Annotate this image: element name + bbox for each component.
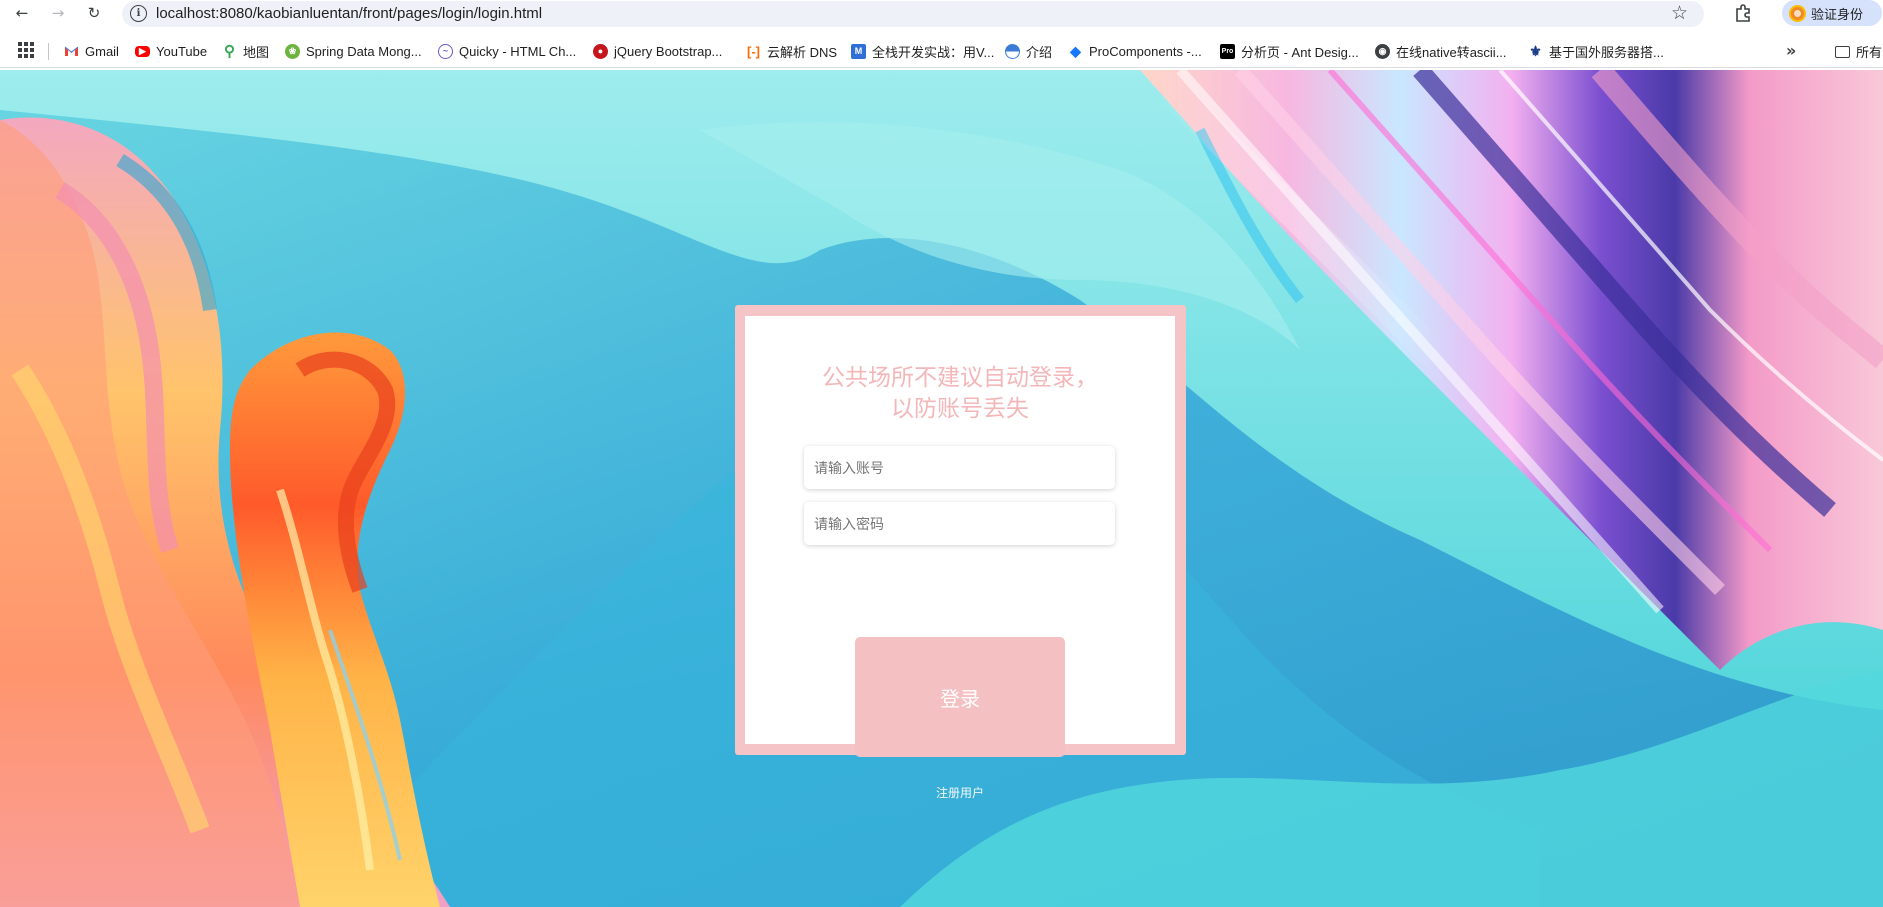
apps-grid-icon[interactable] [18, 42, 34, 58]
bookmark-star-icon[interactable]: ☆ [1671, 2, 1688, 24]
hat-icon: ⚜ [1529, 42, 1542, 59]
address-url[interactable]: localhost:8080/kaobianluentan/front/page… [156, 5, 542, 22]
m-square-icon: M [851, 43, 866, 59]
forward-arrow-icon[interactable]: → [47, 2, 69, 24]
maps-pin-icon: ⚲ [224, 43, 235, 60]
messenger-icon: ~ [438, 43, 453, 59]
bookmark-maps[interactable]: ⚲ 地图 [222, 42, 269, 60]
all-bookmarks-folder[interactable]: 所有 [1835, 42, 1882, 61]
diamond-icon: ◆ [1070, 42, 1081, 59]
account-input[interactable] [804, 446, 1115, 489]
bookmark-ant-design[interactable]: Pro 分析页 - Ant Desig... [1220, 42, 1359, 60]
bookmark-youtube[interactable]: ▶ YouTube [135, 42, 207, 60]
red-circle-icon: ● [593, 43, 608, 59]
bookmark-aliyun-dns[interactable]: [-] 云解析 DNS [746, 42, 837, 60]
bookmark-jquery-bootstrap[interactable]: ● jQuery Bootstrap... [593, 42, 722, 60]
back-arrow-icon[interactable]: ← [11, 2, 33, 24]
profile-button[interactable]: 验证身份 [1782, 0, 1882, 26]
account-field[interactable] [804, 446, 1115, 489]
profile-label: 验证身份 [1811, 6, 1864, 22]
password-field[interactable] [804, 502, 1115, 545]
bookmarks-bar: Gmail ▶ YouTube ⚲ 地图 ❀ Spring Data Mong.… [0, 34, 1883, 68]
youtube-icon: ▶ [135, 45, 150, 57]
login-notice: 公共场所不建议自动登录， 以防账号丢失 [745, 363, 1175, 425]
bookmark-foreign-server[interactable]: ⚜ 基于国外服务器搭... [1528, 42, 1664, 60]
bookmark-procomponents[interactable]: ◆ ProComponents -... [1068, 42, 1202, 60]
extensions-puzzle-icon[interactable] [1732, 2, 1754, 24]
bookmark-gmail[interactable]: Gmail [64, 42, 119, 60]
globe-icon: ◉ [1375, 43, 1390, 59]
password-input[interactable] [804, 502, 1115, 545]
bookmark-spring-data[interactable]: ❀ Spring Data Mong... [285, 42, 422, 60]
pro-logo-icon: Pro [1220, 43, 1235, 59]
address-bar[interactable]: i localhost:8080/kaobianluentan/front/pa… [122, 1, 1704, 27]
browser-toolbar: ← → ↻ i localhost:8080/kaobianluentan/fr… [0, 0, 1883, 27]
spring-leaf-icon: ❀ [285, 43, 300, 59]
login-button[interactable]: 登录 [855, 637, 1065, 757]
login-notice-line1: 公共场所不建议自动登录， [822, 365, 1098, 391]
gmail-icon [64, 43, 79, 59]
register-link[interactable]: 注册用户 [900, 784, 1020, 801]
more-bookmarks-chevron-icon[interactable]: » [1786, 41, 1796, 60]
bookmark-fullstack[interactable]: M 全栈开发实战：用V... [851, 42, 994, 60]
site-info-icon[interactable]: i [130, 5, 147, 22]
avatar-icon [1789, 4, 1806, 22]
bookmark-native-ascii[interactable]: ◉ 在线native转ascii... [1375, 42, 1507, 60]
bookmarks-divider [48, 43, 49, 60]
reload-icon[interactable]: ↻ [83, 2, 105, 24]
folder-icon [1835, 45, 1850, 58]
globe-wave-icon [1005, 43, 1020, 59]
login-notice-line2: 以防账号丢失 [891, 396, 1029, 422]
bookmark-intro[interactable]: 介绍 [1005, 42, 1052, 60]
aliyun-icon: [-] [746, 43, 761, 59]
bookmark-quicky[interactable]: ~ Quicky - HTML Ch... [438, 42, 576, 60]
